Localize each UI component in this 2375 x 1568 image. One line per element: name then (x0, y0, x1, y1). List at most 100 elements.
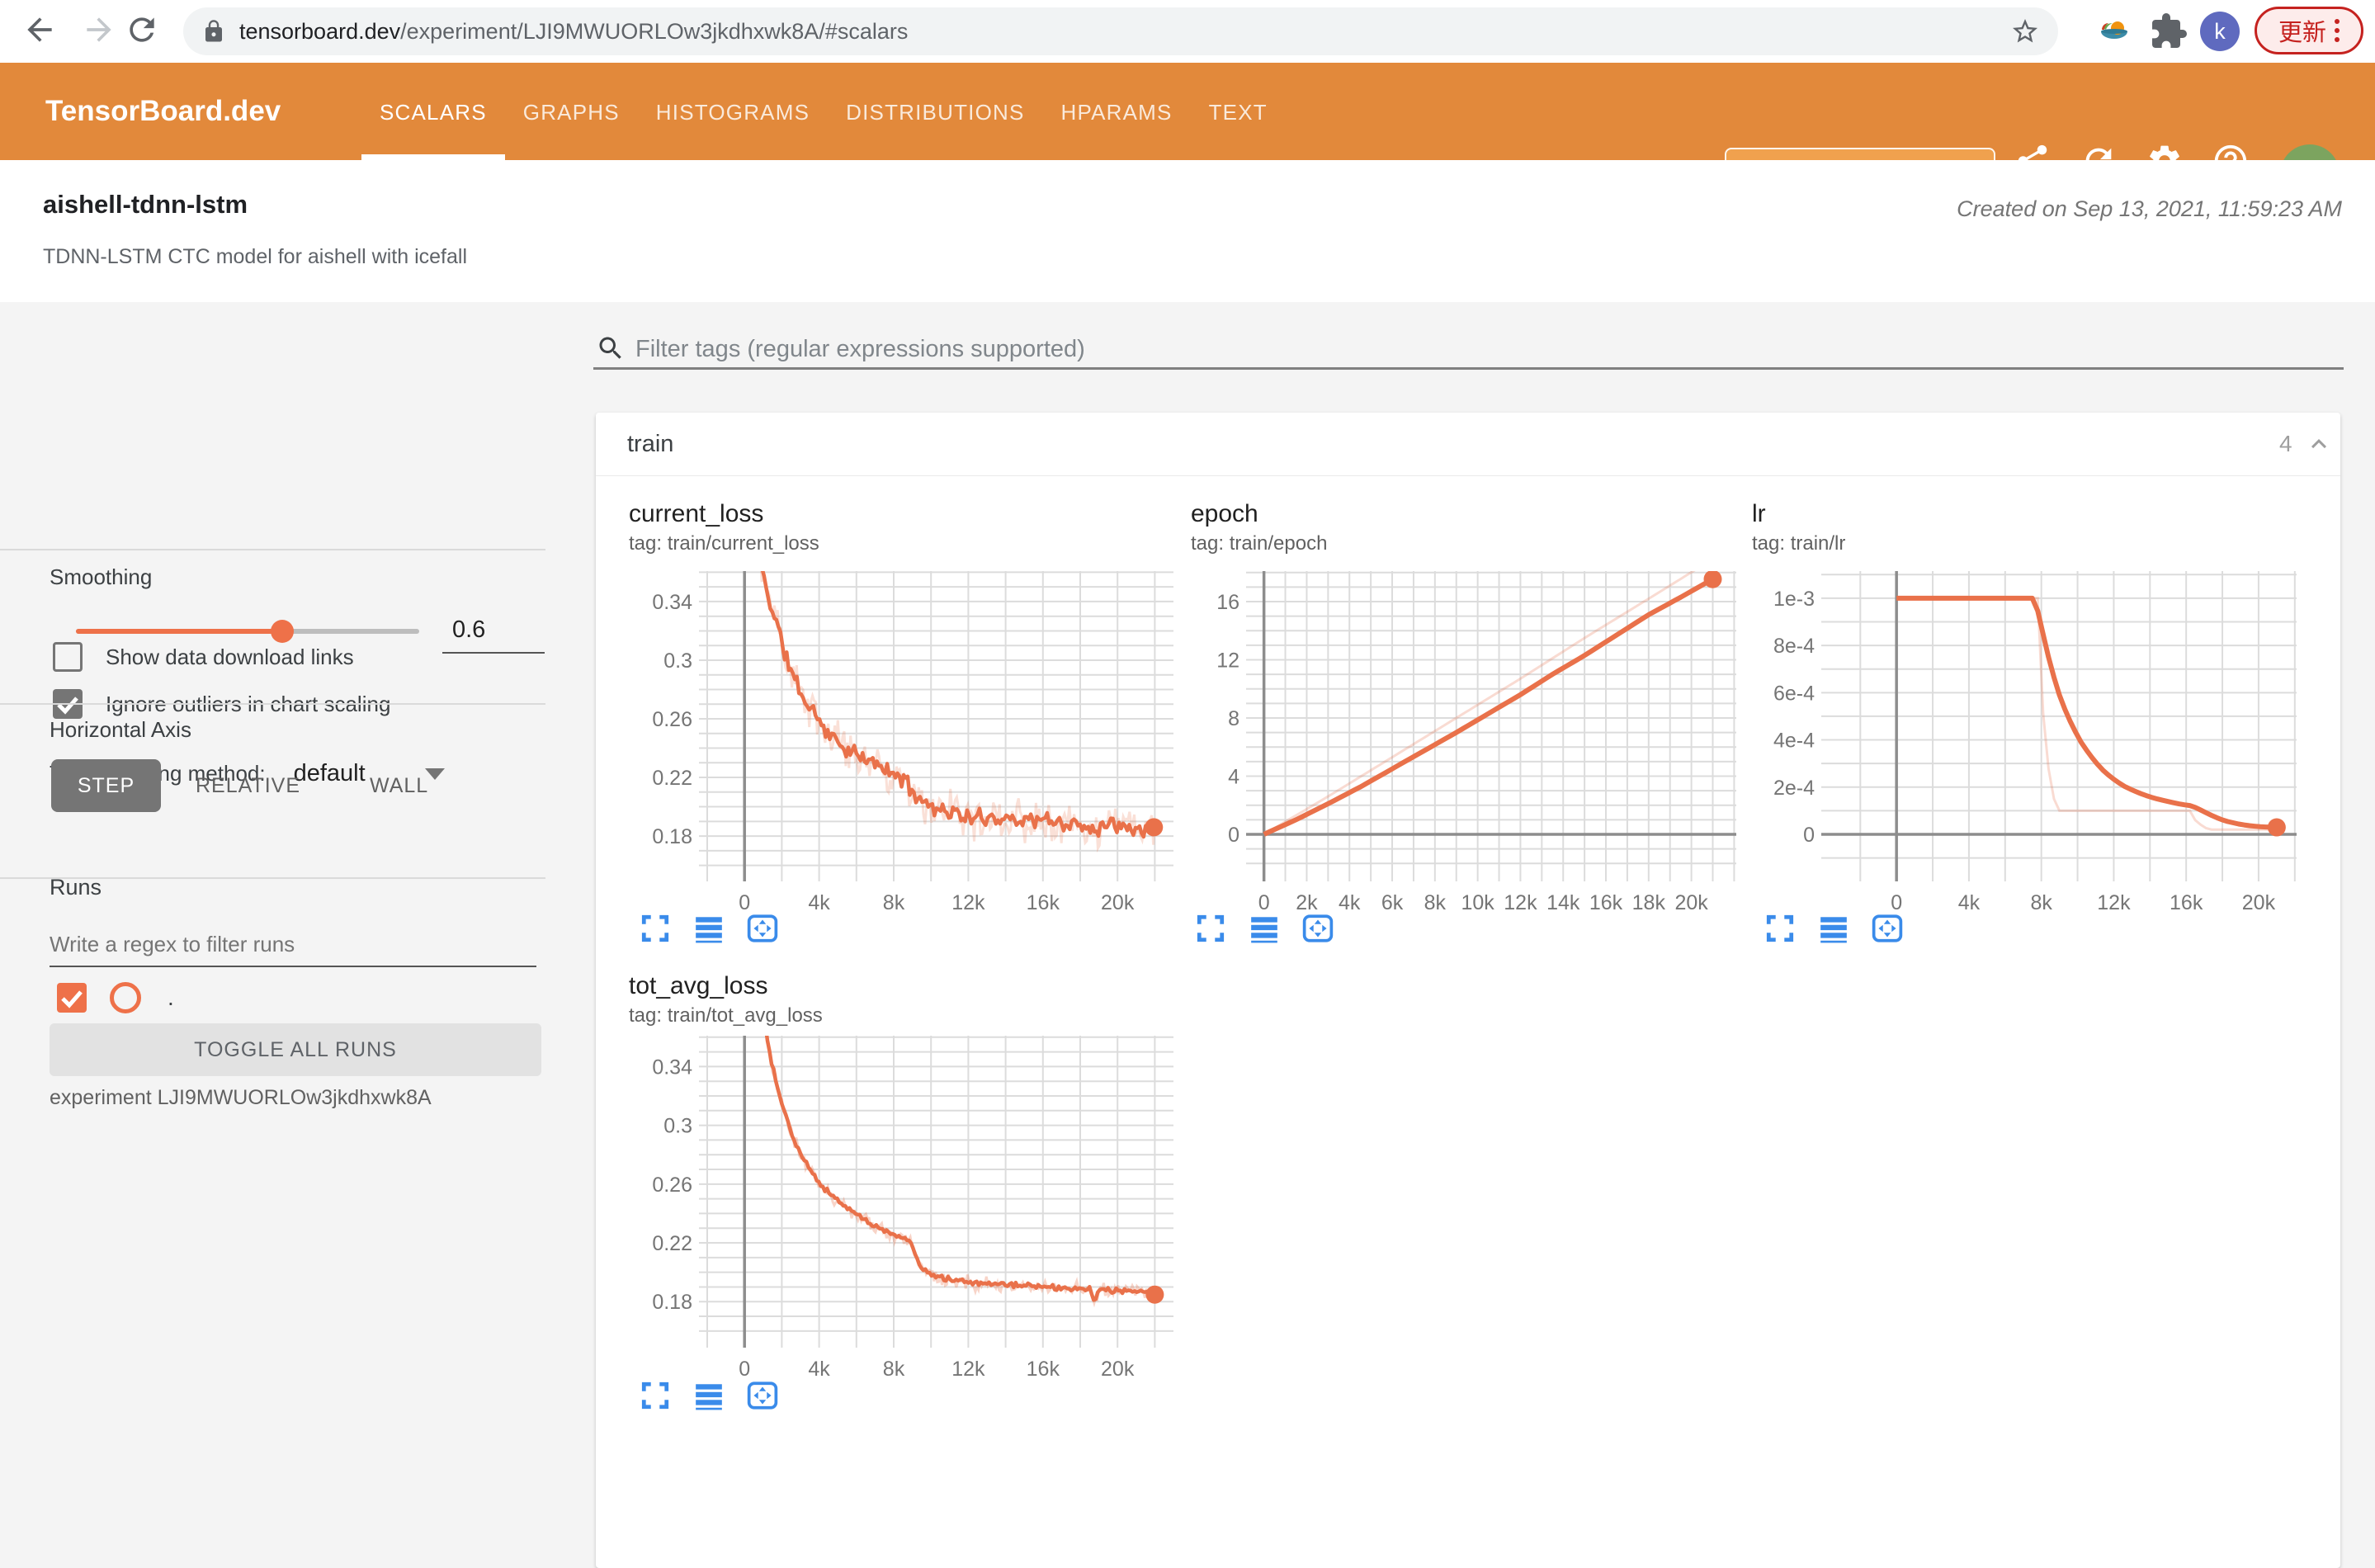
tab-histograms[interactable]: HISTOGRAMS (638, 63, 828, 160)
filter-tags-input[interactable] (634, 328, 2288, 370)
chart-lr[interactable]: 0 4k 8k 12k 16k 20k 0 2e-4 4e-4 6e-4 8e-4 1e-3 (1765, 561, 2310, 919)
tab-scalars[interactable]: SCALARS (361, 63, 505, 160)
svg-text:0.18: 0.18 (652, 1291, 692, 1314)
svg-text:20k: 20k (1101, 891, 1135, 914)
svg-text:0: 0 (739, 891, 750, 914)
svg-text:20k: 20k (1674, 891, 1708, 914)
log-scale-icon[interactable] (1818, 913, 1849, 944)
run-color-swatch[interactable] (110, 982, 141, 1013)
svg-text:16k: 16k (2170, 891, 2203, 914)
tag-group-card: train 4 current_loss tag: train/current_… (596, 413, 2340, 1568)
smoothing-slider[interactable] (76, 620, 419, 643)
divider (0, 549, 545, 550)
log-scale-icon[interactable] (1249, 913, 1280, 944)
axis-step-button[interactable]: STEP (51, 759, 161, 812)
svg-text:2e-4: 2e-4 (1773, 777, 1815, 800)
browser-toolbar: tensorboard.dev/experiment/LJI9MWUORLOw3… (0, 0, 2375, 63)
tag-group-header[interactable]: train 4 (596, 413, 2340, 476)
chevron-up-icon[interactable] (2304, 429, 2334, 459)
axis-wall-button[interactable]: WALL (335, 759, 463, 812)
tab-graphs[interactable]: GRAPHS (505, 63, 638, 160)
expand-icon[interactable] (640, 913, 671, 944)
svg-text:12k: 12k (1504, 891, 1537, 914)
svg-text:4k: 4k (808, 1358, 830, 1381)
search-icon (596, 333, 626, 363)
chart-title: epoch (1191, 500, 1258, 527)
svg-text:16k: 16k (1589, 891, 1623, 914)
svg-text:16k: 16k (1027, 891, 1060, 914)
svg-text:8k: 8k (2030, 891, 2052, 914)
chart-head-epoch: epoch tag: train/epoch (1191, 500, 1327, 556)
forward-icon[interactable] (81, 12, 120, 51)
chart-toolbar (640, 1380, 778, 1411)
chart-tag: tag: train/tot_avg_loss (629, 1004, 823, 1027)
runs-filter-input[interactable] (50, 923, 536, 967)
expand-icon[interactable] (1195, 913, 1226, 944)
svg-text:0.26: 0.26 (652, 708, 692, 731)
svg-text:12k: 12k (951, 1358, 985, 1381)
tab-text[interactable]: TEXT (1191, 63, 1286, 160)
smoothing-value-input[interactable] (442, 611, 545, 654)
svg-text:16k: 16k (1027, 1358, 1060, 1381)
browser-profile-avatar[interactable]: k (2200, 12, 2240, 51)
axis-relative-button[interactable]: RELATIVE (161, 759, 335, 812)
reload-icon[interactable] (124, 12, 163, 51)
svg-text:0.22: 0.22 (652, 1232, 692, 1255)
chart-epoch[interactable]: 0 2k 4k 6k 8k 10k 12k 14k 16k 18k 20k 0 4 8 12 16 (1190, 561, 1749, 919)
show-download-links-row: Show data download links (53, 642, 354, 672)
fit-domain-icon[interactable] (747, 913, 778, 944)
svg-text:0.34: 0.34 (652, 1056, 692, 1079)
smoothing-slider-thumb[interactable] (271, 620, 294, 643)
chart-current-loss[interactable]: 0 4k 8k 12k 16k 20k 0.18 0.22 0.26 0.3 0.34 (643, 561, 1187, 919)
url-text: tensorboard.dev/experiment/LJI9MWUORLOw3… (239, 18, 909, 44)
kebab-menu-icon (2335, 19, 2340, 42)
svg-text:8k: 8k (883, 1358, 905, 1381)
run-checkbox[interactable] (57, 983, 87, 1013)
fit-domain-icon[interactable] (1302, 913, 1334, 944)
svg-text:6e-4: 6e-4 (1773, 682, 1815, 705)
fit-domain-icon[interactable] (747, 1380, 778, 1411)
experiment-created-date: Created on Sep 13, 2021, 11:59:23 AM (1957, 196, 2342, 221)
svg-text:8e-4: 8e-4 (1773, 635, 1815, 658)
svg-text:4e-4: 4e-4 (1773, 730, 1815, 753)
svg-text:0.18: 0.18 (652, 825, 692, 848)
puzzle-icon[interactable] (2149, 12, 2188, 51)
svg-text:0: 0 (1258, 891, 1270, 914)
svg-text:2k: 2k (1296, 891, 1318, 914)
chart-tot-avg-loss[interactable]: 0 4k 8k 12k 16k 20k 0.18 0.22 0.26 0.3 0.34 (643, 1026, 1187, 1385)
expand-icon[interactable] (640, 1380, 671, 1411)
expand-icon[interactable] (1764, 913, 1796, 944)
tab-hparams[interactable]: HPARAMS (1043, 63, 1191, 160)
experiment-name: aishell-tdnn-lstm (43, 190, 248, 219)
log-scale-icon[interactable] (693, 1380, 725, 1411)
star-icon[interactable] (2010, 17, 2040, 46)
show-download-links-checkbox[interactable] (53, 642, 83, 672)
toggle-all-runs-button[interactable]: TOGGLE ALL RUNS (50, 1023, 541, 1076)
extension-colored-icon[interactable] (2094, 12, 2134, 51)
run-name: . (168, 985, 174, 1010)
app-header: TensorBoard.dev SCALARS GRAPHS HISTOGRAM… (0, 63, 2375, 204)
tab-distributions[interactable]: DISTRIBUTIONS (828, 63, 1042, 160)
log-scale-icon[interactable] (693, 913, 725, 944)
chart-svg: 0 4k 8k 12k 16k 20k 0.18 0.22 0.26 0.3 0.34 (652, 1036, 1173, 1381)
experiment-description: TDNN-LSTM CTC model for aishell with ice… (43, 245, 468, 268)
fit-domain-icon[interactable] (1872, 913, 1903, 944)
svg-text:12k: 12k (2097, 891, 2131, 914)
experiment-title-band: aishell-tdnn-lstm TDNN-LSTM CTC model fo… (0, 160, 2375, 302)
svg-text:4k: 4k (808, 891, 830, 914)
chart-title: tot_avg_loss (629, 972, 768, 999)
url-bar[interactable]: tensorboard.dev/experiment/LJI9MWUORLOw3… (183, 7, 2058, 55)
browser-update-menu-button[interactable]: 更新 (2255, 7, 2363, 54)
svg-text:8: 8 (1228, 707, 1239, 730)
chart-title: lr (1752, 500, 1766, 527)
settings-sidebar: Show data download links Ignore outliers… (0, 302, 545, 1415)
tag-group-name: train (627, 431, 674, 457)
back-icon[interactable] (21, 12, 61, 51)
lock-icon (205, 20, 222, 42)
horizontal-axis-toggle: STEP RELATIVE WALL (51, 759, 463, 812)
svg-text:0: 0 (1803, 824, 1815, 847)
chart-svg: 0 2k 4k 6k 8k 10k 12k 14k 16k 18k 20k 0 4 8 12 16 (1216, 571, 1736, 914)
svg-text:0.22: 0.22 (652, 767, 692, 790)
svg-text:4k: 4k (1339, 891, 1361, 914)
chart-svg: 0 4k 8k 12k 16k 20k 0.18 0.22 0.26 0.3 0.34 (652, 571, 1173, 914)
